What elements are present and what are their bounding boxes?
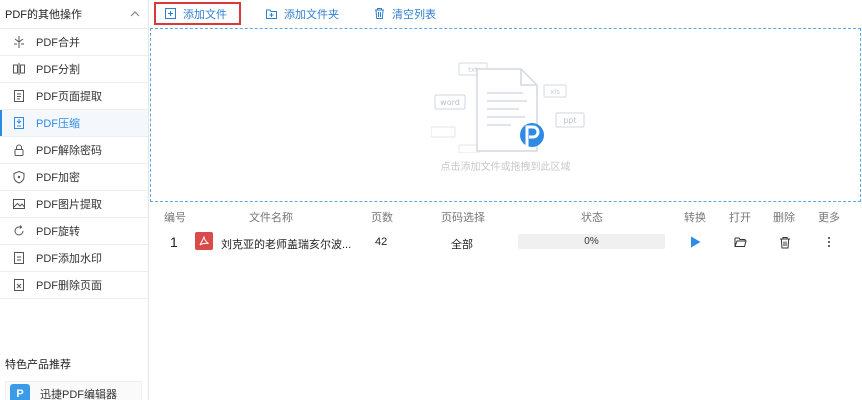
file-drop-zone[interactable]: txt word xls ppt 点击添加文件或拖拽到此区域 xyxy=(150,28,861,202)
sidebar-item-label: PDF合并 xyxy=(36,37,80,49)
add-file-icon xyxy=(164,7,177,20)
pdf-file-icon xyxy=(195,232,213,250)
unlock-icon xyxy=(12,143,26,157)
row-progress-text: 0% xyxy=(584,236,599,247)
clear-list-label: 清空列表 xyxy=(392,8,436,21)
row-index: 1 xyxy=(170,234,178,250)
drop-hint-text: 点击添加文件或拖拽到此区域 xyxy=(440,162,571,173)
pdf-editor-logo-icon: P xyxy=(10,384,30,400)
sidebar-item-image-extract[interactable]: PDF图片提取 xyxy=(0,191,148,218)
xls-tag-label: xls xyxy=(550,88,560,96)
merge-icon xyxy=(12,35,26,49)
compress-icon xyxy=(12,116,26,130)
sidebar-item-label: PDF旋转 xyxy=(36,226,80,238)
sidebar-item-watermark[interactable]: PDF添加水印 xyxy=(0,245,148,272)
sidebar-item-encrypt[interactable]: PDF加密 xyxy=(0,164,148,191)
image-icon xyxy=(12,197,26,211)
file-table-header: 编号 文件名称 页数 页码选择 状态 转换 打开 删除 更多 xyxy=(150,207,862,225)
file-types-illustration: txt word xls ppt xyxy=(431,62,585,153)
more-options-icon[interactable] xyxy=(822,235,836,249)
sidebar-item-label: PDF解除密码 xyxy=(36,145,102,157)
sidebar: PDF的其他操作 PDF合并 PDF分割 PDF页面提取 PDF压缩 PDF解除… xyxy=(0,0,149,400)
add-file-label: 添加文件 xyxy=(183,8,227,21)
add-folder-icon xyxy=(265,7,278,20)
sidebar-item-label: PDF压缩 xyxy=(36,118,80,130)
play-icon[interactable] xyxy=(688,235,702,249)
add-folder-button[interactable]: 添加文件夹 xyxy=(255,3,349,25)
row-pages: 42 xyxy=(375,236,388,248)
row-filename: 刘克亚的老师盖瑞亥尔波... xyxy=(221,239,352,251)
col-delete: 删除 xyxy=(773,212,795,224)
trash-icon xyxy=(373,7,386,20)
sidebar-item-merge[interactable]: PDF合并 xyxy=(0,29,148,56)
sidebar-item-label: PDF删除页面 xyxy=(36,280,102,292)
col-index: 编号 xyxy=(164,212,186,224)
table-row[interactable]: 1 刘克亚的老师盖瑞亥尔波... 42 全部 0% xyxy=(150,229,862,256)
delete-icon[interactable] xyxy=(778,235,792,249)
col-open: 打开 xyxy=(729,212,751,224)
ppt-tag-label: ppt xyxy=(563,116,576,125)
col-page-select: 页码选择 xyxy=(441,212,485,224)
sidebar-item-extract-page[interactable]: PDF页面提取 xyxy=(0,83,148,110)
chevron-up-icon[interactable] xyxy=(130,9,140,19)
add-file-button[interactable]: 添加文件 xyxy=(154,2,241,25)
extract-page-icon xyxy=(12,89,26,103)
pdf-logo-icon xyxy=(520,123,544,147)
col-convert: 转换 xyxy=(684,212,706,224)
sidebar-item-label: PDF添加水印 xyxy=(36,253,102,265)
featured-product-label: 迅捷PDF编辑器 xyxy=(40,389,117,400)
watermark-icon xyxy=(12,251,26,265)
col-status: 状态 xyxy=(581,212,603,224)
featured-product-pdf-editor[interactable]: P 迅捷PDF编辑器 xyxy=(5,381,142,400)
split-icon xyxy=(12,62,26,76)
sidebar-item-label: PDF图片提取 xyxy=(36,199,102,211)
sidebar-item-unlock[interactable]: PDF解除密码 xyxy=(0,137,148,164)
row-progress-bar: 0% xyxy=(518,234,665,249)
word-tag-label: word xyxy=(440,98,460,107)
toolbar: 添加文件 添加文件夹 清空列表 xyxy=(150,0,862,27)
sidebar-header[interactable]: PDF的其他操作 xyxy=(0,0,148,29)
sidebar-item-label: PDF加密 xyxy=(36,172,80,184)
add-folder-label: 添加文件夹 xyxy=(284,8,339,21)
shield-icon xyxy=(12,170,26,184)
delete-page-icon xyxy=(12,278,26,292)
col-pages: 页数 xyxy=(371,212,393,224)
sidebar-item-rotate[interactable]: PDF旋转 xyxy=(0,218,148,245)
sidebar-header-label: PDF的其他操作 xyxy=(5,9,82,21)
clear-list-button[interactable]: 清空列表 xyxy=(363,3,446,25)
row-page-select[interactable]: 全部 xyxy=(451,236,473,252)
rotate-icon xyxy=(12,224,26,238)
sidebar-item-label: PDF分割 xyxy=(36,64,80,76)
col-filename: 文件名称 xyxy=(249,212,293,224)
sidebar-item-delete-page[interactable]: PDF删除页面 xyxy=(0,272,148,299)
featured-products-title: 特色产品推荐 xyxy=(5,359,71,371)
open-folder-icon[interactable] xyxy=(733,235,747,249)
sidebar-item-split[interactable]: PDF分割 xyxy=(0,56,148,83)
col-more: 更多 xyxy=(818,212,840,224)
sidebar-item-compress[interactable]: PDF压缩 xyxy=(0,110,148,137)
sidebar-item-label: PDF页面提取 xyxy=(36,91,102,103)
